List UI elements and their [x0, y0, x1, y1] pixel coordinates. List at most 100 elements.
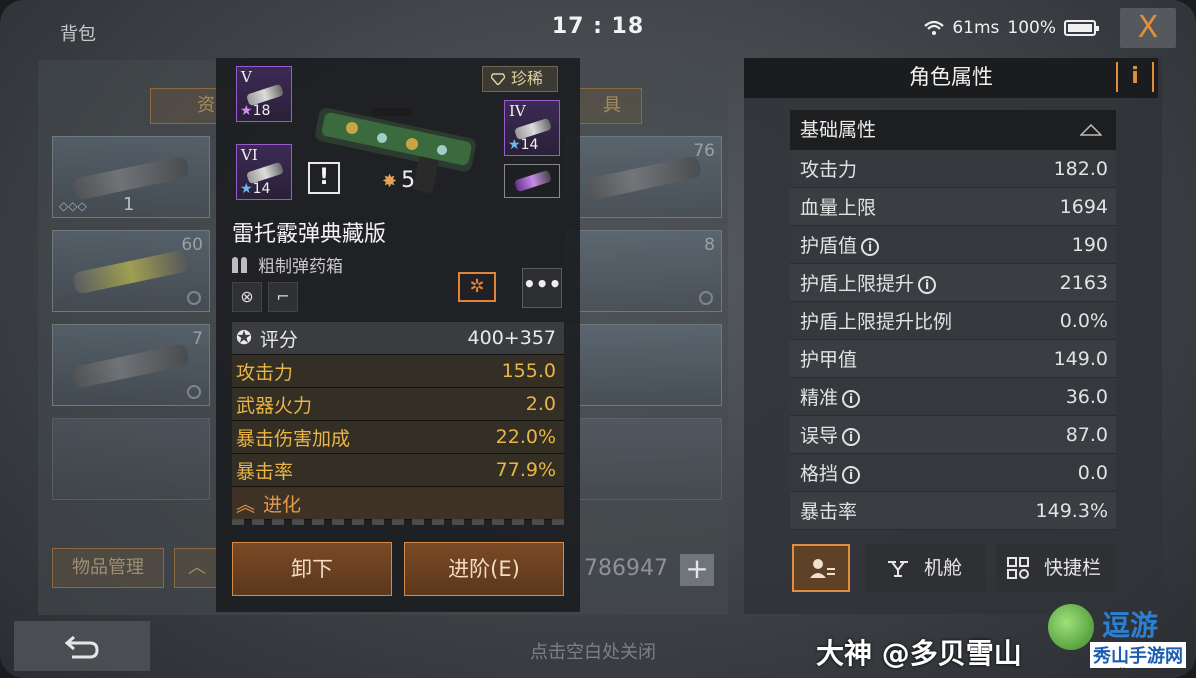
tab-shortcut[interactable]: 快捷栏 [996, 544, 1116, 592]
ammo-label: 粗制弹药箱 [258, 257, 343, 277]
gear-icon [187, 291, 201, 305]
gear-icon [699, 291, 713, 305]
logo-main-text: 秀山手游网 [1090, 642, 1186, 668]
inventory-slot[interactable] [52, 418, 210, 500]
back-button[interactable] [14, 621, 150, 671]
attribute-section-header[interactable]: 基础属性 [790, 110, 1116, 150]
score-value: 400+357 [467, 327, 556, 349]
attribute-row: 暴击率 149.3% [790, 492, 1116, 530]
battery-icon [1064, 20, 1099, 36]
skill-icon[interactable]: ✲ [458, 272, 496, 302]
double-chevron-up-icon: ︽ [236, 493, 256, 516]
mod-tier: V [241, 68, 252, 86]
attribute-value: 190 [1071, 233, 1108, 256]
ammo-type: 粗制弹药箱 [232, 252, 343, 277]
add-coins-button[interactable]: + [680, 554, 714, 586]
stat-value: 22.0% [495, 426, 556, 448]
logo-top-text: 逗游 [1102, 609, 1159, 642]
mod-stars: ★14 [508, 137, 539, 153]
collapse-button[interactable]: ︿ [174, 548, 220, 588]
attribute-label: 护盾上限提升 i [800, 269, 937, 296]
slot-level: 1 [123, 194, 135, 215]
stat-row: 攻击力 155.0 [232, 355, 564, 388]
more-options-button[interactable]: ••• [522, 268, 562, 308]
attribute-label: 暴击率 [800, 497, 857, 524]
diamond-icon [491, 73, 505, 85]
faded-text-line [232, 519, 564, 525]
attribute-value: 149.3% [1035, 499, 1108, 522]
attribute-label-text: 暴击率 [800, 501, 858, 523]
rarity-label: 珍稀 [511, 69, 544, 88]
inventory-slot[interactable] [566, 418, 722, 500]
item-management-button[interactable]: 物品管理 [52, 548, 164, 588]
mod-stars: ★14 [240, 181, 271, 197]
advance-button[interactable]: 进阶(E) [404, 542, 564, 596]
slot-count: 8 [704, 235, 715, 255]
info-circle-icon[interactable]: i [918, 275, 937, 294]
attribute-value: 0.0% [1059, 309, 1108, 332]
attribute-label-text: 护甲值 [800, 349, 858, 371]
bullets-icon [232, 256, 250, 273]
warning-icon[interactable]: ! [308, 162, 340, 194]
no-target-icon[interactable]: ⊗ [232, 282, 262, 312]
tab-label: 机舱 [924, 557, 963, 579]
attribute-label: 血量上限 [800, 193, 876, 220]
info-button[interactable]: i [1116, 62, 1154, 92]
attribute-label-text: 精准 [800, 387, 839, 409]
close-button[interactable]: X [1120, 8, 1176, 48]
info-circle-icon[interactable]: i [842, 389, 861, 408]
evolve-label: 进化 [263, 493, 302, 516]
attribute-value: 182.0 [1053, 157, 1108, 180]
weapon-thumbnail [585, 155, 703, 201]
shortcut-grid-icon [1007, 557, 1029, 579]
tab-character[interactable] [792, 544, 850, 592]
inventory-slot[interactable]: 8 [566, 230, 722, 312]
mod-slot-iv[interactable]: IV ★14 [504, 100, 560, 156]
attribute-row: 护盾值 i 190 [790, 226, 1116, 264]
inventory-slot[interactable]: 76 [566, 136, 722, 218]
stat-row: 武器火力 2.0 [232, 388, 564, 421]
attribute-label-text: 护盾上限提升 [800, 273, 915, 295]
attribute-label-text: 格挡 [800, 463, 839, 485]
attribute-row: 护甲值 149.0 [790, 340, 1116, 378]
weapon-thumbnail [71, 249, 191, 295]
evolve-row[interactable]: ︽ 进化 [232, 487, 564, 520]
info-circle-icon[interactable]: i [842, 427, 861, 446]
stat-label: 暴击率 [236, 460, 294, 483]
slot-count: 60 [181, 235, 203, 255]
coin-balance: 786947 [584, 556, 668, 581]
tab-cabin[interactable]: 机舱 [866, 544, 986, 592]
attribute-row: 护盾上限提升 i 2163 [790, 264, 1116, 302]
author-watermark: 大神 @多贝雪山 [816, 637, 1022, 670]
attribute-label: 护盾值 i [800, 231, 880, 258]
inventory-slot[interactable]: 60 [52, 230, 210, 312]
attribute-label-text: 护盾上限提升比例 [800, 311, 953, 333]
attribute-value: 2163 [1059, 271, 1108, 294]
attribute-label-text: 护盾值 [800, 235, 858, 257]
mod-slot-extra[interactable] [504, 164, 560, 198]
weapon-stats: ✪ 评分 400+357 攻击力 155.0 武器火力 2.0 暴击伤害加成 22… [232, 322, 564, 520]
attribute-row: 格挡 i 0.0 [790, 454, 1116, 492]
stat-label: 攻击力 [236, 361, 294, 384]
inventory-slot[interactable]: ◇◇◇ 1 [52, 136, 210, 218]
attribute-row: 攻击力 182.0 [790, 150, 1116, 188]
character-card-icon [810, 559, 835, 578]
weapon-thumbnail [71, 343, 191, 389]
info-circle-icon[interactable]: i [861, 237, 880, 256]
section-title: 基础属性 [800, 119, 877, 141]
mod-slot-v[interactable]: V ★18 [236, 66, 292, 122]
attribute-row: 护盾上限提升比例 0.0% [790, 302, 1116, 340]
mod-stars: ★18 [240, 103, 271, 119]
back-arrow-icon [64, 635, 99, 659]
inventory-slot[interactable]: 7 [52, 324, 210, 406]
info-circle-icon[interactable]: i [842, 465, 861, 484]
unequip-button[interactable]: 卸下 [232, 542, 392, 596]
attribute-table: 基础属性 攻击力 182.0 血量上限 1694 护盾值 i 190 护盾上限提升 i 2163 护… [790, 110, 1116, 530]
inventory-slot[interactable] [566, 324, 722, 406]
attribute-label: 格挡 i [800, 459, 861, 486]
stat-label: 武器火力 [236, 394, 313, 417]
panel-title: 角色属性 [909, 65, 993, 89]
mod-slot-vi[interactable]: VI ★14 [236, 144, 292, 200]
pistol-icon[interactable]: ⌐ [268, 282, 298, 312]
slot-count: 76 [693, 141, 715, 161]
